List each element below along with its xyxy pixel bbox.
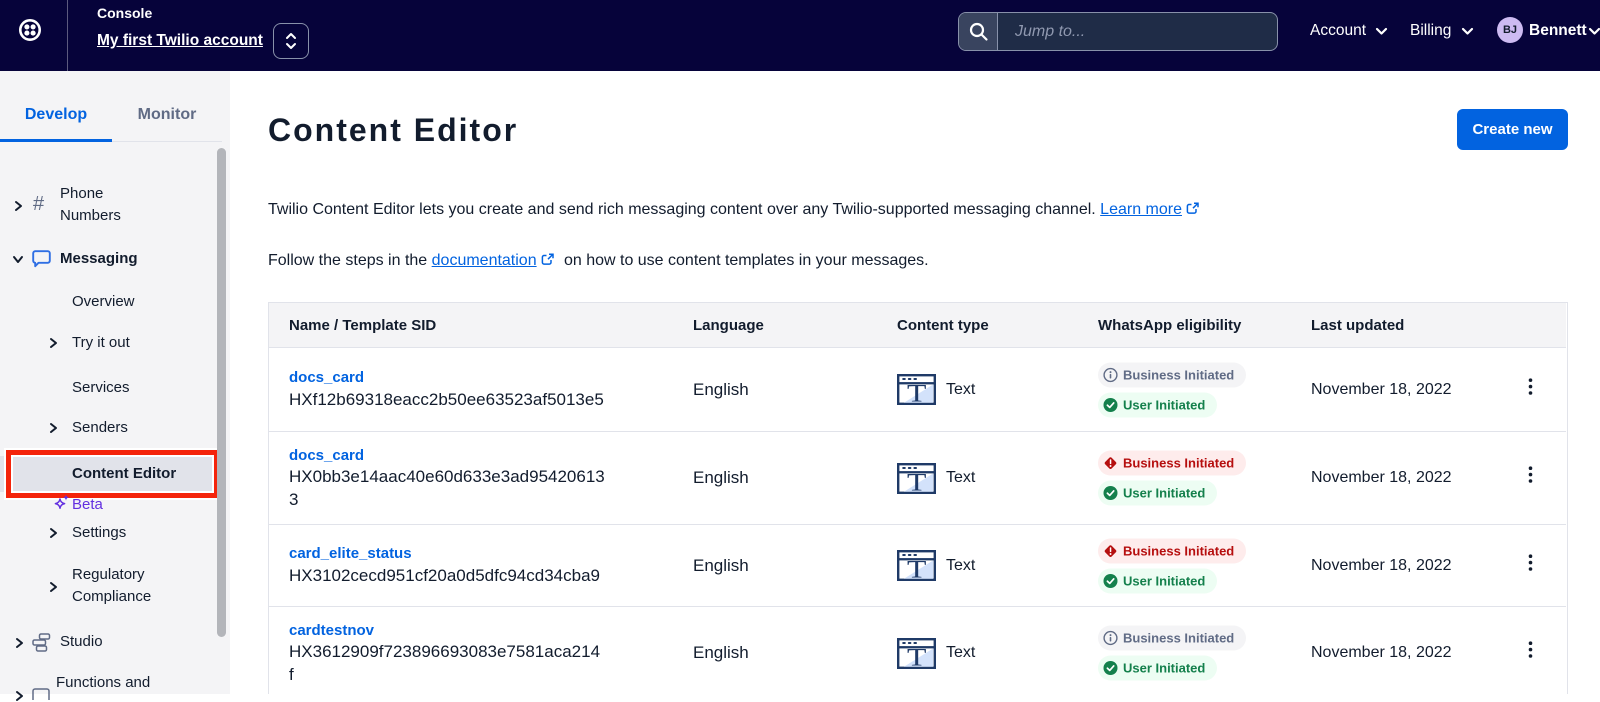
svg-text:T: T	[907, 381, 926, 405]
svg-text:T: T	[907, 469, 926, 493]
svg-text:T: T	[907, 644, 926, 668]
svg-text:T: T	[907, 557, 926, 581]
